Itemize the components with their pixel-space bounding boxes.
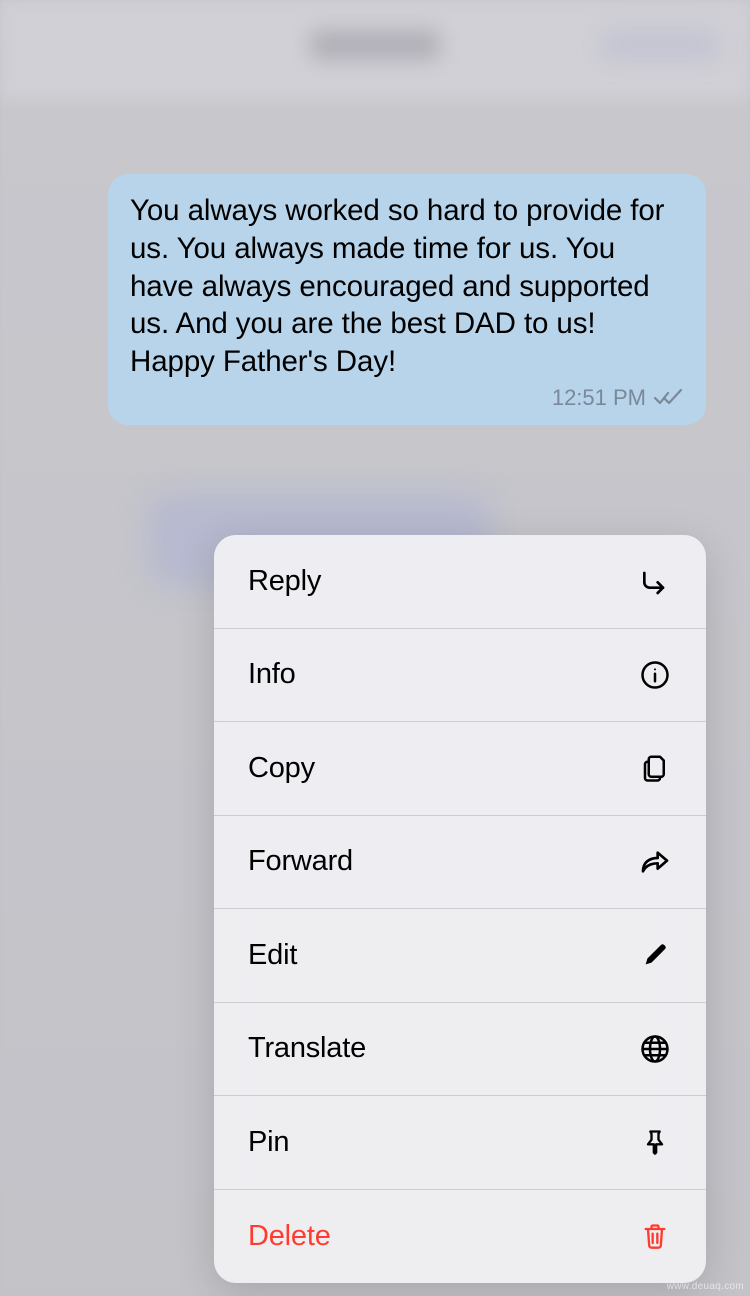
context-menu: Reply Info Copy Forward bbox=[214, 535, 706, 1283]
menu-item-forward[interactable]: Forward bbox=[214, 816, 706, 910]
menu-label: Info bbox=[248, 658, 296, 691]
copy-icon bbox=[638, 751, 672, 785]
menu-item-info[interactable]: Info bbox=[214, 629, 706, 723]
menu-item-edit[interactable]: Edit bbox=[214, 909, 706, 1003]
info-icon bbox=[638, 658, 672, 692]
globe-icon bbox=[638, 1032, 672, 1066]
read-receipt-icon bbox=[654, 389, 684, 407]
message-text: You always worked so hard to provide for… bbox=[130, 192, 684, 381]
menu-label: Copy bbox=[248, 752, 315, 785]
menu-item-copy[interactable]: Copy bbox=[214, 722, 706, 816]
pin-icon bbox=[638, 1125, 672, 1159]
menu-label: Pin bbox=[248, 1126, 289, 1159]
message-bubble[interactable]: You always worked so hard to provide for… bbox=[108, 174, 706, 425]
edit-icon bbox=[638, 938, 672, 972]
trash-icon bbox=[638, 1219, 672, 1253]
menu-label: Forward bbox=[248, 845, 353, 878]
forward-icon bbox=[638, 845, 672, 879]
menu-item-translate[interactable]: Translate bbox=[214, 1003, 706, 1097]
menu-item-reply[interactable]: Reply bbox=[214, 535, 706, 629]
message-timestamp: 12:51 PM bbox=[552, 385, 646, 411]
menu-label: Delete bbox=[248, 1220, 331, 1253]
watermark: www.deuaq.com bbox=[667, 1281, 744, 1292]
blurred-title-blob bbox=[310, 30, 440, 60]
menu-item-pin[interactable]: Pin bbox=[214, 1096, 706, 1190]
menu-label: Reply bbox=[248, 565, 321, 598]
message-meta: 12:51 PM bbox=[130, 385, 684, 411]
menu-label: Edit bbox=[248, 939, 297, 972]
reply-icon bbox=[638, 564, 672, 598]
blurred-right-blob bbox=[600, 30, 720, 60]
menu-label: Translate bbox=[248, 1032, 366, 1065]
menu-item-delete[interactable]: Delete bbox=[214, 1190, 706, 1284]
